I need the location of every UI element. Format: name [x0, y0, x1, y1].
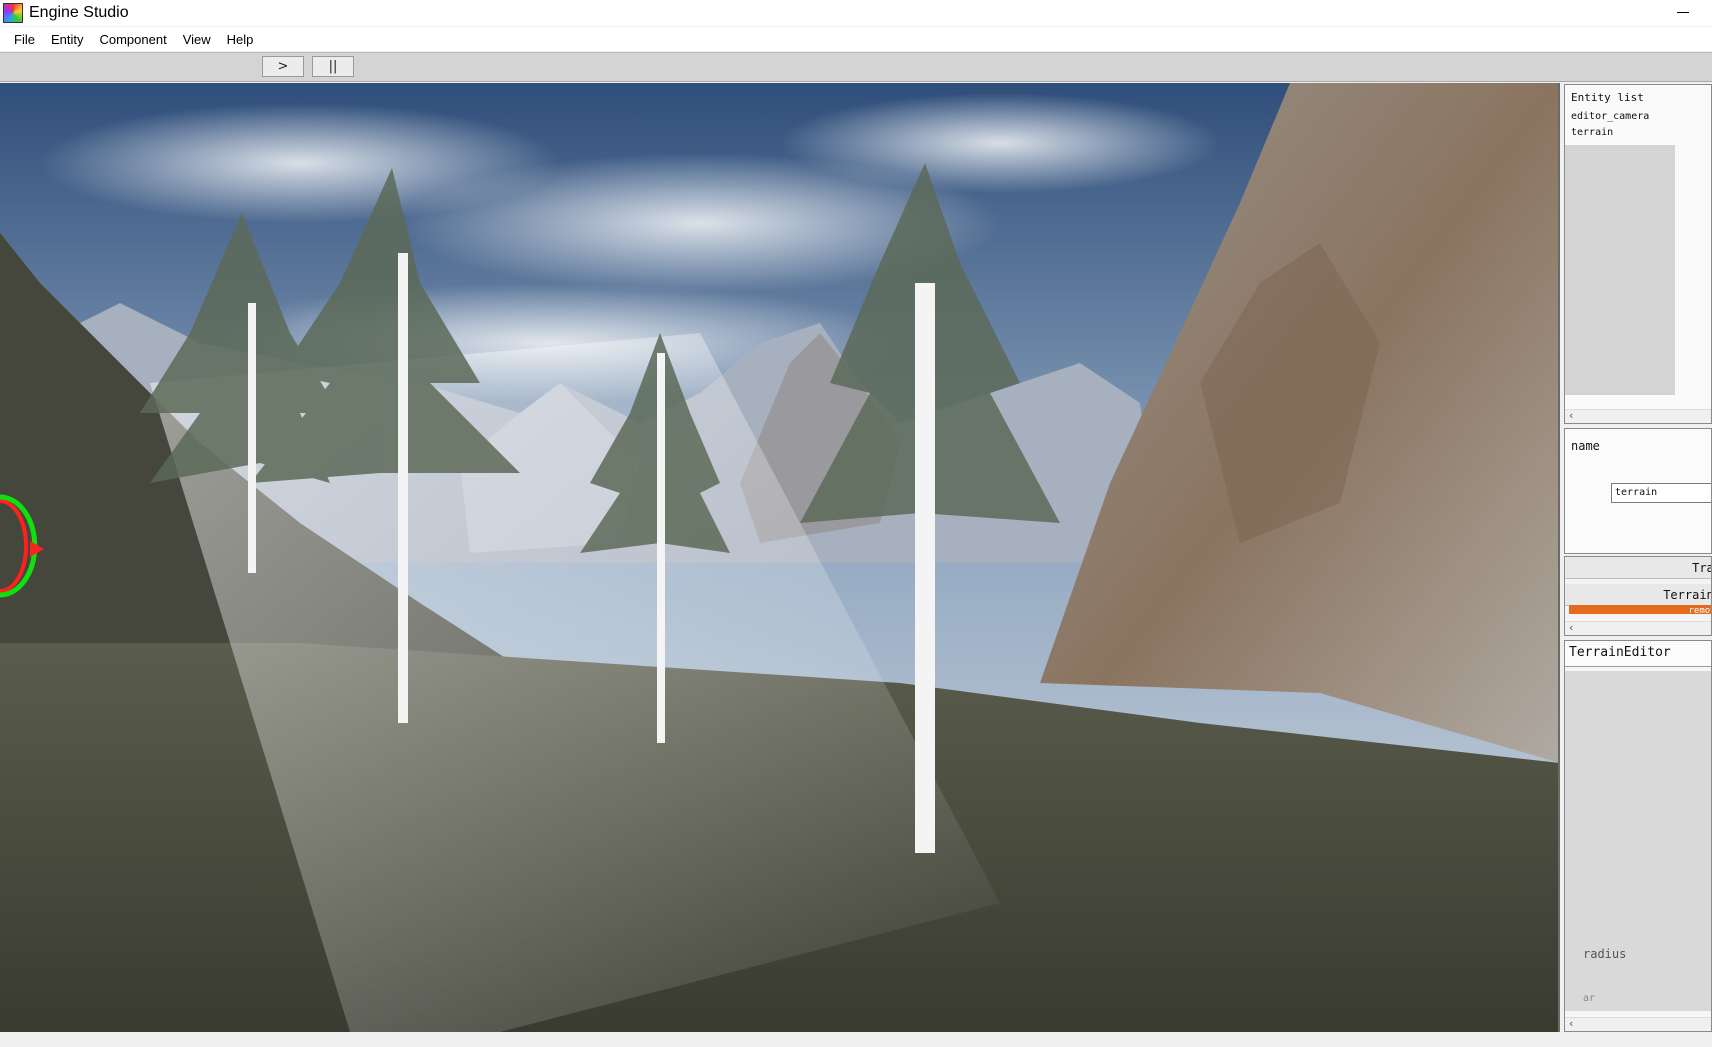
- title-bar: Engine Studio: [0, 0, 1712, 26]
- entity-item-editor-camera[interactable]: editor_camera: [1571, 111, 1649, 122]
- entity-list-scrollbar[interactable]: ‹: [1565, 409, 1711, 423]
- window-title: Engine Studio: [29, 4, 129, 21]
- menu-help[interactable]: Help: [219, 29, 262, 50]
- scene-render: [0, 83, 1558, 1032]
- app-icon: [3, 3, 23, 23]
- chevron-left-icon[interactable]: ‹: [1569, 409, 1573, 422]
- components-scrollbar[interactable]: ‹: [1565, 621, 1711, 635]
- status-bar: [0, 1032, 1712, 1047]
- play-button[interactable]: >: [262, 56, 304, 77]
- editor-field-label: ar: [1583, 993, 1596, 1004]
- terrain-editor-title: TerrainEditor: [1565, 641, 1711, 667]
- scene-viewport[interactable]: [0, 83, 1560, 1032]
- components-panel: Tran TerrainC remove ‹: [1564, 556, 1712, 636]
- pause-button[interactable]: ||: [312, 56, 354, 77]
- component-terrain[interactable]: TerrainC: [1565, 584, 1711, 606]
- name-label: name: [1571, 439, 1600, 453]
- menu-component[interactable]: Component: [91, 29, 174, 50]
- remove-component-button[interactable]: remove: [1569, 605, 1711, 614]
- chevron-left-icon[interactable]: ‹: [1569, 1017, 1573, 1030]
- inspector-name-panel: name terrain: [1564, 428, 1712, 554]
- menu-entity[interactable]: Entity: [43, 29, 92, 50]
- menu-bar: File Entity Component View Help: [0, 27, 1712, 51]
- entity-item-terrain[interactable]: terrain: [1571, 127, 1613, 138]
- entity-list-panel: Entity list editor_camera terrain ‹: [1564, 84, 1712, 424]
- terrain-editor-panel: TerrainEditor radius ar ‹: [1564, 640, 1712, 1032]
- chevron-left-icon[interactable]: ‹: [1569, 621, 1573, 634]
- toolbar: > ||: [0, 52, 1712, 82]
- name-input[interactable]: terrain: [1611, 483, 1711, 503]
- entity-list-title: Entity list: [1571, 91, 1644, 104]
- terrain-editor-scrollbar[interactable]: ‹: [1565, 1017, 1711, 1031]
- minimize-icon[interactable]: [1674, 4, 1692, 22]
- panel-artifact: [1565, 145, 1675, 395]
- component-transform[interactable]: Tran: [1565, 557, 1711, 579]
- menu-file[interactable]: File: [6, 29, 43, 50]
- pause-icon: ||: [328, 59, 338, 74]
- menu-view[interactable]: View: [175, 29, 219, 50]
- radius-label: radius: [1583, 947, 1627, 961]
- play-icon: >: [277, 59, 289, 74]
